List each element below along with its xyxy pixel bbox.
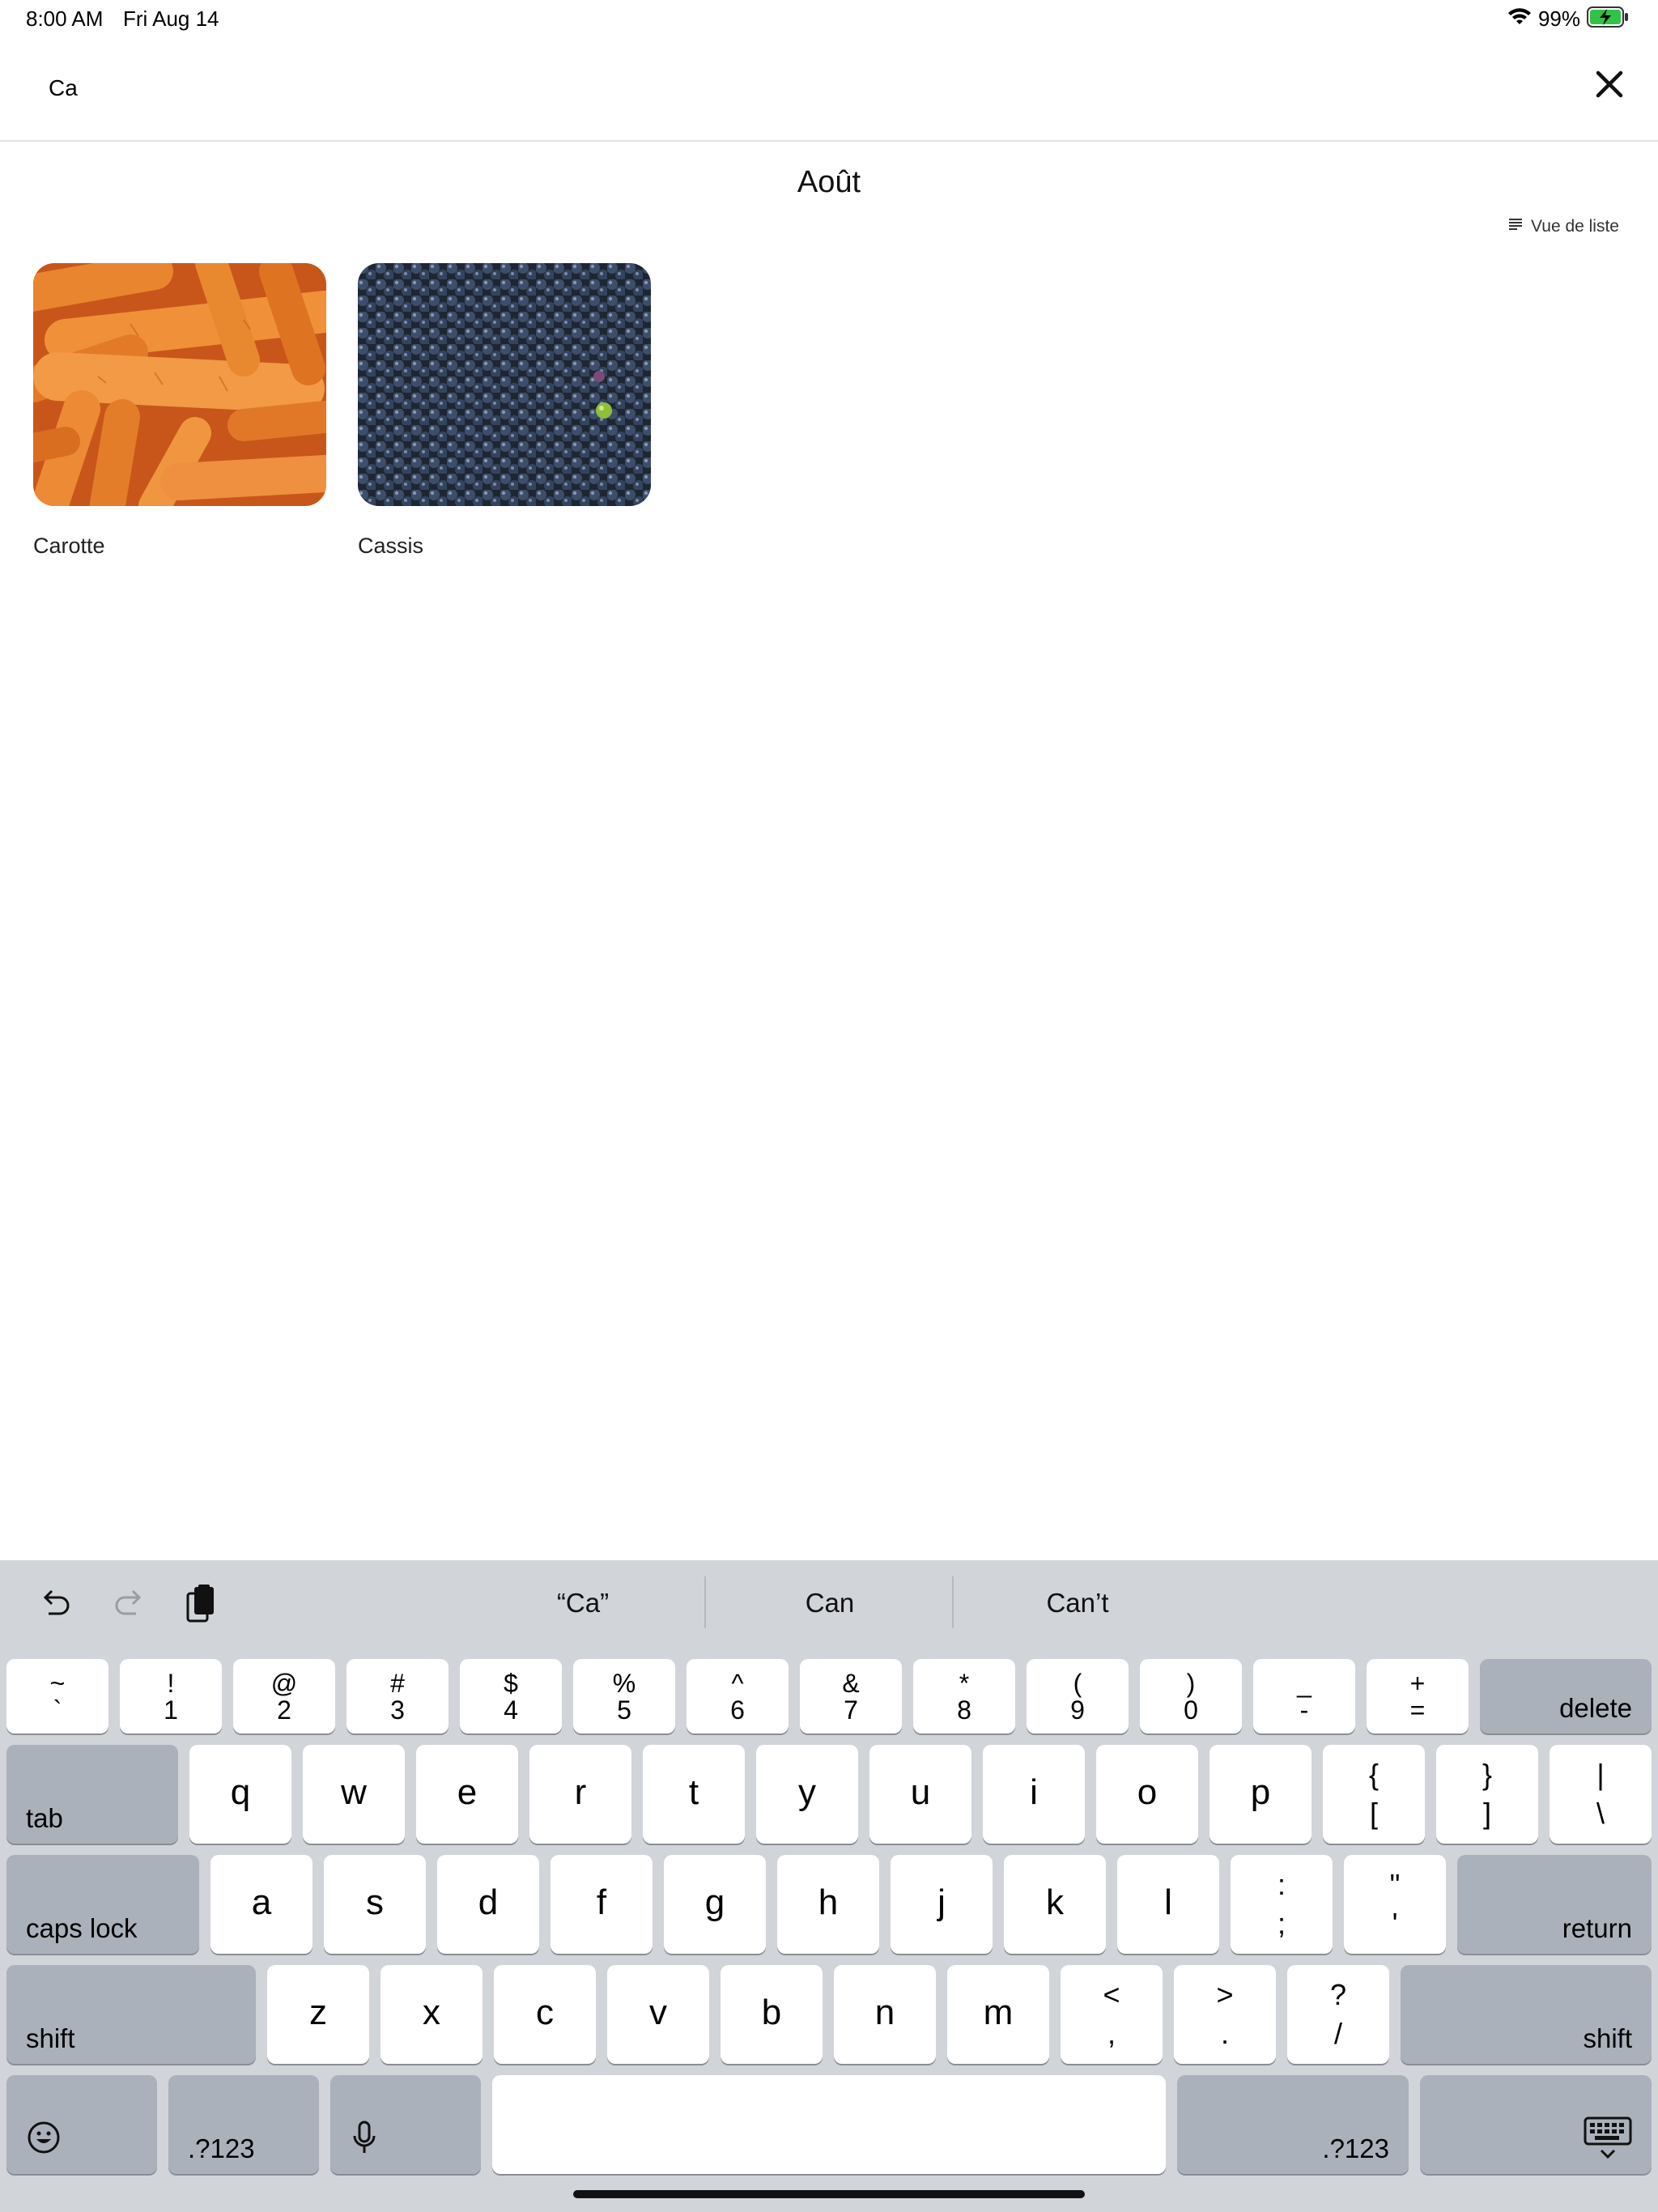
status-indicators: 99% (1507, 5, 1629, 32)
key-o[interactable]: o (1096, 1745, 1198, 1844)
tab-key[interactable]: tab (6, 1745, 178, 1844)
shift-key-right[interactable]: shift (1401, 1965, 1652, 2064)
key-m[interactable]: m (947, 1965, 1049, 2064)
result-name: Carotte (33, 534, 105, 558)
close-button[interactable] (1587, 63, 1632, 108)
caps-lock-key[interactable]: caps lock (6, 1855, 199, 1954)
status-bar: 8:00 AM Fri Aug 14 99% (0, 0, 1658, 37)
keyboard-shortcut-bar: “Ca” Can Can’t (0, 1560, 1658, 1641)
key-a[interactable]: a (210, 1855, 312, 1954)
key-s[interactable]: s (324, 1855, 426, 1954)
result-name: Cassis (358, 534, 424, 558)
list-view-label: Vue de liste (1531, 217, 1619, 236)
key-period[interactable]: >. (1174, 1965, 1276, 2064)
key-h[interactable]: h (777, 1855, 879, 1954)
month-title: Août (797, 165, 861, 199)
key-1[interactable]: ! 1 (120, 1659, 222, 1733)
key-g[interactable]: g (664, 1855, 766, 1954)
result-card-carotte[interactable]: Carotte (33, 263, 326, 559)
key-3[interactable]: #3 (346, 1659, 449, 1733)
key-j[interactable]: j (891, 1855, 993, 1954)
key-t[interactable]: t (643, 1745, 745, 1844)
home-indicator[interactable] (573, 2190, 1085, 2198)
redo-icon[interactable] (110, 1585, 149, 1623)
key-c[interactable]: c (494, 1965, 596, 2064)
suggestion-3[interactable]: Can’t (956, 1580, 1199, 1627)
microphone-icon (350, 2120, 379, 2159)
close-icon (1595, 70, 1624, 103)
status-time: 8:00 AM (26, 6, 104, 31)
clipboard-paste-icon[interactable] (181, 1585, 220, 1623)
status-date: Fri Aug 14 (123, 6, 219, 31)
key-comma[interactable]: <, (1061, 1965, 1163, 2064)
key-u[interactable]: u (869, 1745, 971, 1844)
key-v[interactable]: v (607, 1965, 709, 2064)
key-backslash[interactable]: | \ (1550, 1745, 1652, 1844)
key-k[interactable]: k (1004, 1855, 1106, 1954)
key-2[interactable]: @2 (233, 1659, 335, 1733)
emoji-key[interactable] (6, 2075, 157, 2174)
result-card-cassis[interactable]: Cassis (358, 263, 651, 559)
key-0[interactable]: ) 0 (1140, 1659, 1242, 1733)
key-r[interactable]: r (529, 1745, 631, 1844)
key-l[interactable]: l (1117, 1855, 1219, 1954)
key-right-bracket[interactable]: }] (1436, 1745, 1538, 1844)
suggestion-divider (952, 1576, 954, 1628)
key-quote[interactable]: " ' (1344, 1855, 1446, 1954)
key-4[interactable]: $4 (460, 1659, 562, 1733)
dictation-key[interactable] (330, 2075, 481, 2174)
search-header (0, 37, 1658, 142)
key-5[interactable]: % 5 (573, 1659, 675, 1733)
key-i[interactable]: i (983, 1745, 1085, 1844)
key-6[interactable]: ^ 6 (687, 1659, 789, 1733)
key-b[interactable]: b (721, 1965, 823, 2064)
key-d[interactable]: d (437, 1855, 539, 1954)
key-f[interactable]: f (551, 1855, 653, 1954)
battery-percent: 99% (1537, 6, 1580, 31)
key-y[interactable]: y (756, 1745, 858, 1844)
suggestion-2[interactable]: Can (708, 1580, 951, 1627)
numbers-key-left[interactable]: .?123 (168, 2075, 319, 2174)
key-equals[interactable]: + = (1367, 1659, 1469, 1733)
return-key[interactable]: return (1457, 1855, 1652, 1954)
list-icon (1508, 217, 1523, 236)
onscreen-keyboard: “Ca” Can Can’t ~ ` ! 1 @2 #3 $4 % 5 ^ 6 & 7 *… (0, 1560, 1658, 2212)
key-backtick[interactable]: ~ ` (6, 1659, 108, 1733)
key-w[interactable]: w (303, 1745, 405, 1844)
key-slash[interactable]: ? / (1287, 1965, 1389, 2064)
undo-icon[interactable] (36, 1585, 74, 1623)
key-semicolon[interactable]: :; (1231, 1855, 1333, 1954)
suggestion-1[interactable]: “Ca” (461, 1580, 704, 1627)
key-p[interactable]: p (1209, 1745, 1312, 1844)
wifi-icon (1507, 7, 1532, 31)
key-q[interactable]: q (189, 1745, 291, 1844)
key-n[interactable]: n (834, 1965, 936, 2064)
space-bar[interactable] (492, 2075, 1166, 2174)
battery-charging-icon (1587, 6, 1629, 32)
key-z[interactable]: z (267, 1965, 369, 2064)
key-9[interactable]: (9 (1027, 1659, 1129, 1733)
carrots-photo (33, 263, 326, 506)
emoji-icon (26, 2120, 62, 2159)
search-input[interactable] (39, 68, 1192, 108)
suggestion-divider (704, 1576, 706, 1628)
key-7[interactable]: & 7 (800, 1659, 902, 1733)
key-left-bracket[interactable]: {[ (1323, 1745, 1425, 1844)
key-e[interactable]: e (416, 1745, 518, 1844)
key-x[interactable]: x (380, 1965, 483, 2064)
blackcurrants-photo (358, 263, 651, 506)
list-view-button[interactable]: Vue de liste (1508, 217, 1619, 236)
key-minus[interactable]: _ - (1253, 1659, 1355, 1733)
delete-key[interactable]: delete (1480, 1659, 1652, 1733)
numbers-key-right[interactable]: .?123 (1177, 2075, 1409, 2174)
shift-key-left[interactable]: shift (6, 1965, 256, 2064)
keyboard-dismiss-icon (1584, 2116, 1632, 2166)
dismiss-keyboard-key[interactable] (1420, 2075, 1652, 2174)
key-8[interactable]: * 8 (913, 1659, 1015, 1733)
